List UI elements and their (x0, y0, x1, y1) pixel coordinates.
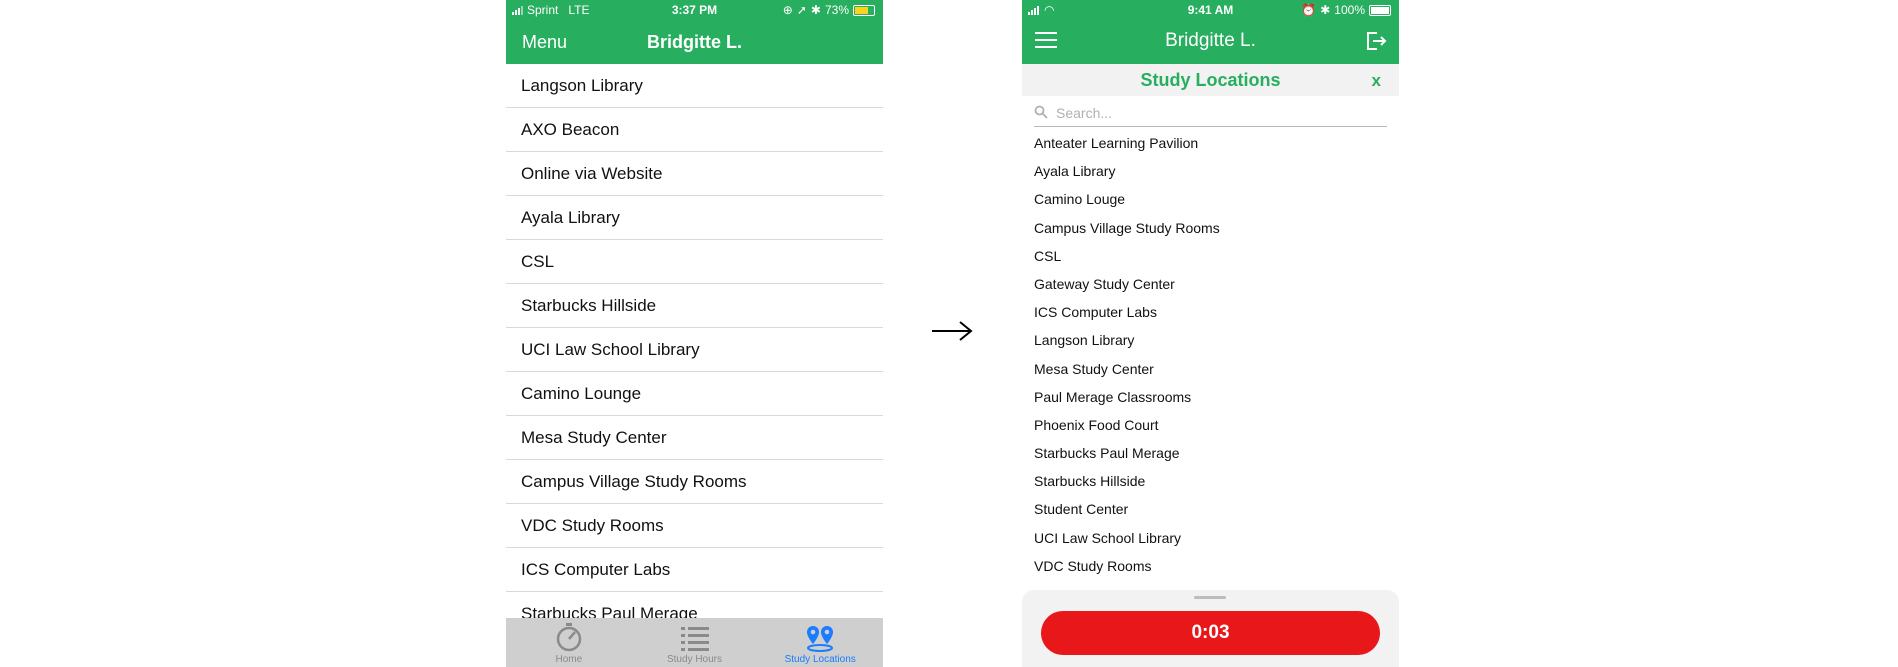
list-item[interactable]: Starbucks Hillside (1034, 473, 1387, 501)
list-item[interactable]: Anteater Learning Pavilion (1034, 135, 1387, 163)
tab-label: Home (555, 654, 583, 665)
tab-bar: Home Study Hours Study Locations (506, 618, 883, 667)
close-button[interactable]: x (1372, 71, 1381, 91)
list-item[interactable]: Mesa Study Center (506, 416, 883, 460)
list-item[interactable]: Camino Louge (1034, 191, 1387, 219)
search-input[interactable] (1054, 102, 1378, 124)
list-item[interactable]: Starbucks Hillside (506, 284, 883, 328)
list-item[interactable]: ICS Computer Labs (1034, 304, 1387, 332)
search-icon (1034, 105, 1048, 119)
list-item[interactable]: UCI Law School Library (1034, 530, 1387, 558)
list-item[interactable]: Phoenix Food Court (1034, 417, 1387, 445)
map-pins-icon (807, 626, 834, 652)
list-item[interactable]: VDC Study Rooms (506, 504, 883, 548)
tab-home[interactable]: Home (506, 618, 632, 667)
stopwatch-icon (556, 623, 582, 652)
section-header: Study Locations x (1022, 64, 1399, 96)
lock-rotation-icon: ⊕ (782, 3, 793, 17)
timer-button[interactable]: 0:03 (1041, 611, 1380, 655)
list-item[interactable]: Campus Village Study Rooms (506, 460, 883, 504)
tab-label: Study Hours (666, 654, 723, 665)
list-item[interactable]: Ayala Library (506, 196, 883, 240)
list-item[interactable]: VDC Study Rooms (1034, 558, 1387, 586)
bluetooth-icon: ✱ (1320, 3, 1331, 17)
section-title: Study Locations (1140, 70, 1281, 90)
location-list: Langson Library AXO Beacon Online via We… (506, 64, 883, 636)
timer-sheet: 0:03 (1022, 590, 1399, 667)
logout-icon[interactable] (1365, 31, 1387, 51)
list-item[interactable]: Student Center (1034, 501, 1387, 529)
battery-percent: 100% (1334, 3, 1365, 17)
alarm-icon: ⏰ (1301, 3, 1317, 17)
list-item[interactable]: Paul Merage Classrooms (1034, 389, 1387, 417)
list-item[interactable]: Ayala Library (1034, 163, 1387, 191)
list-item[interactable]: CSL (1034, 248, 1387, 276)
nav-title: Bridgitte L. (647, 32, 742, 52)
list-item[interactable]: ICS Computer Labs (506, 548, 883, 592)
list-item[interactable]: Langson Library (506, 64, 883, 108)
transition-arrow-icon (932, 321, 973, 341)
status-bar: Sprint LTE 3:37 PM ⊕ ➚ ✱ 73% (506, 0, 883, 20)
battery-icon (1369, 4, 1391, 16)
tab-label: Study Locations (784, 654, 856, 665)
drag-handle[interactable] (1194, 596, 1226, 599)
nav-bar: Menu Bridgitte L. (506, 20, 883, 64)
list-icon (680, 627, 709, 651)
list-item[interactable]: Online via Website (506, 152, 883, 196)
left-phone-screen: Sprint LTE 3:37 PM ⊕ ➚ ✱ 73% Menu Bridgi… (506, 0, 883, 667)
bluetooth-icon: ✱ (810, 3, 821, 17)
header: ◠ 9:41 AM ⏰ ✱ 100% Bridgitte L. (1022, 0, 1399, 64)
location-list: Anteater Learning Pavilion Ayala Library… (1034, 135, 1387, 586)
battery-icon (853, 4, 875, 16)
location-icon: ➚ (796, 3, 807, 17)
list-item[interactable]: CSL (506, 240, 883, 284)
list-item[interactable]: Gateway Study Center (1034, 276, 1387, 304)
tab-study-hours[interactable]: Study Hours (632, 618, 758, 667)
search-bar (1034, 100, 1387, 127)
list-item[interactable]: Camino Lounge (506, 372, 883, 416)
right-phone-screen: ◠ 9:41 AM ⏰ ✱ 100% Bridgitte L. Study Lo… (1022, 0, 1399, 667)
status-bar: ◠ 9:41 AM ⏰ ✱ 100% (1022, 0, 1399, 20)
list-item[interactable]: Starbucks Paul Merage (1034, 445, 1387, 473)
list-item[interactable]: Langson Library (1034, 332, 1387, 360)
list-item[interactable]: AXO Beacon (506, 108, 883, 152)
list-item[interactable]: Campus Village Study Rooms (1034, 220, 1387, 248)
tab-study-locations[interactable]: Study Locations (757, 618, 883, 667)
nav-title: Bridgitte L. (1165, 30, 1256, 51)
list-item[interactable]: UCI Law School Library (506, 328, 883, 372)
list-item[interactable]: Mesa Study Center (1034, 361, 1387, 389)
battery-percent: 73% (824, 3, 849, 17)
